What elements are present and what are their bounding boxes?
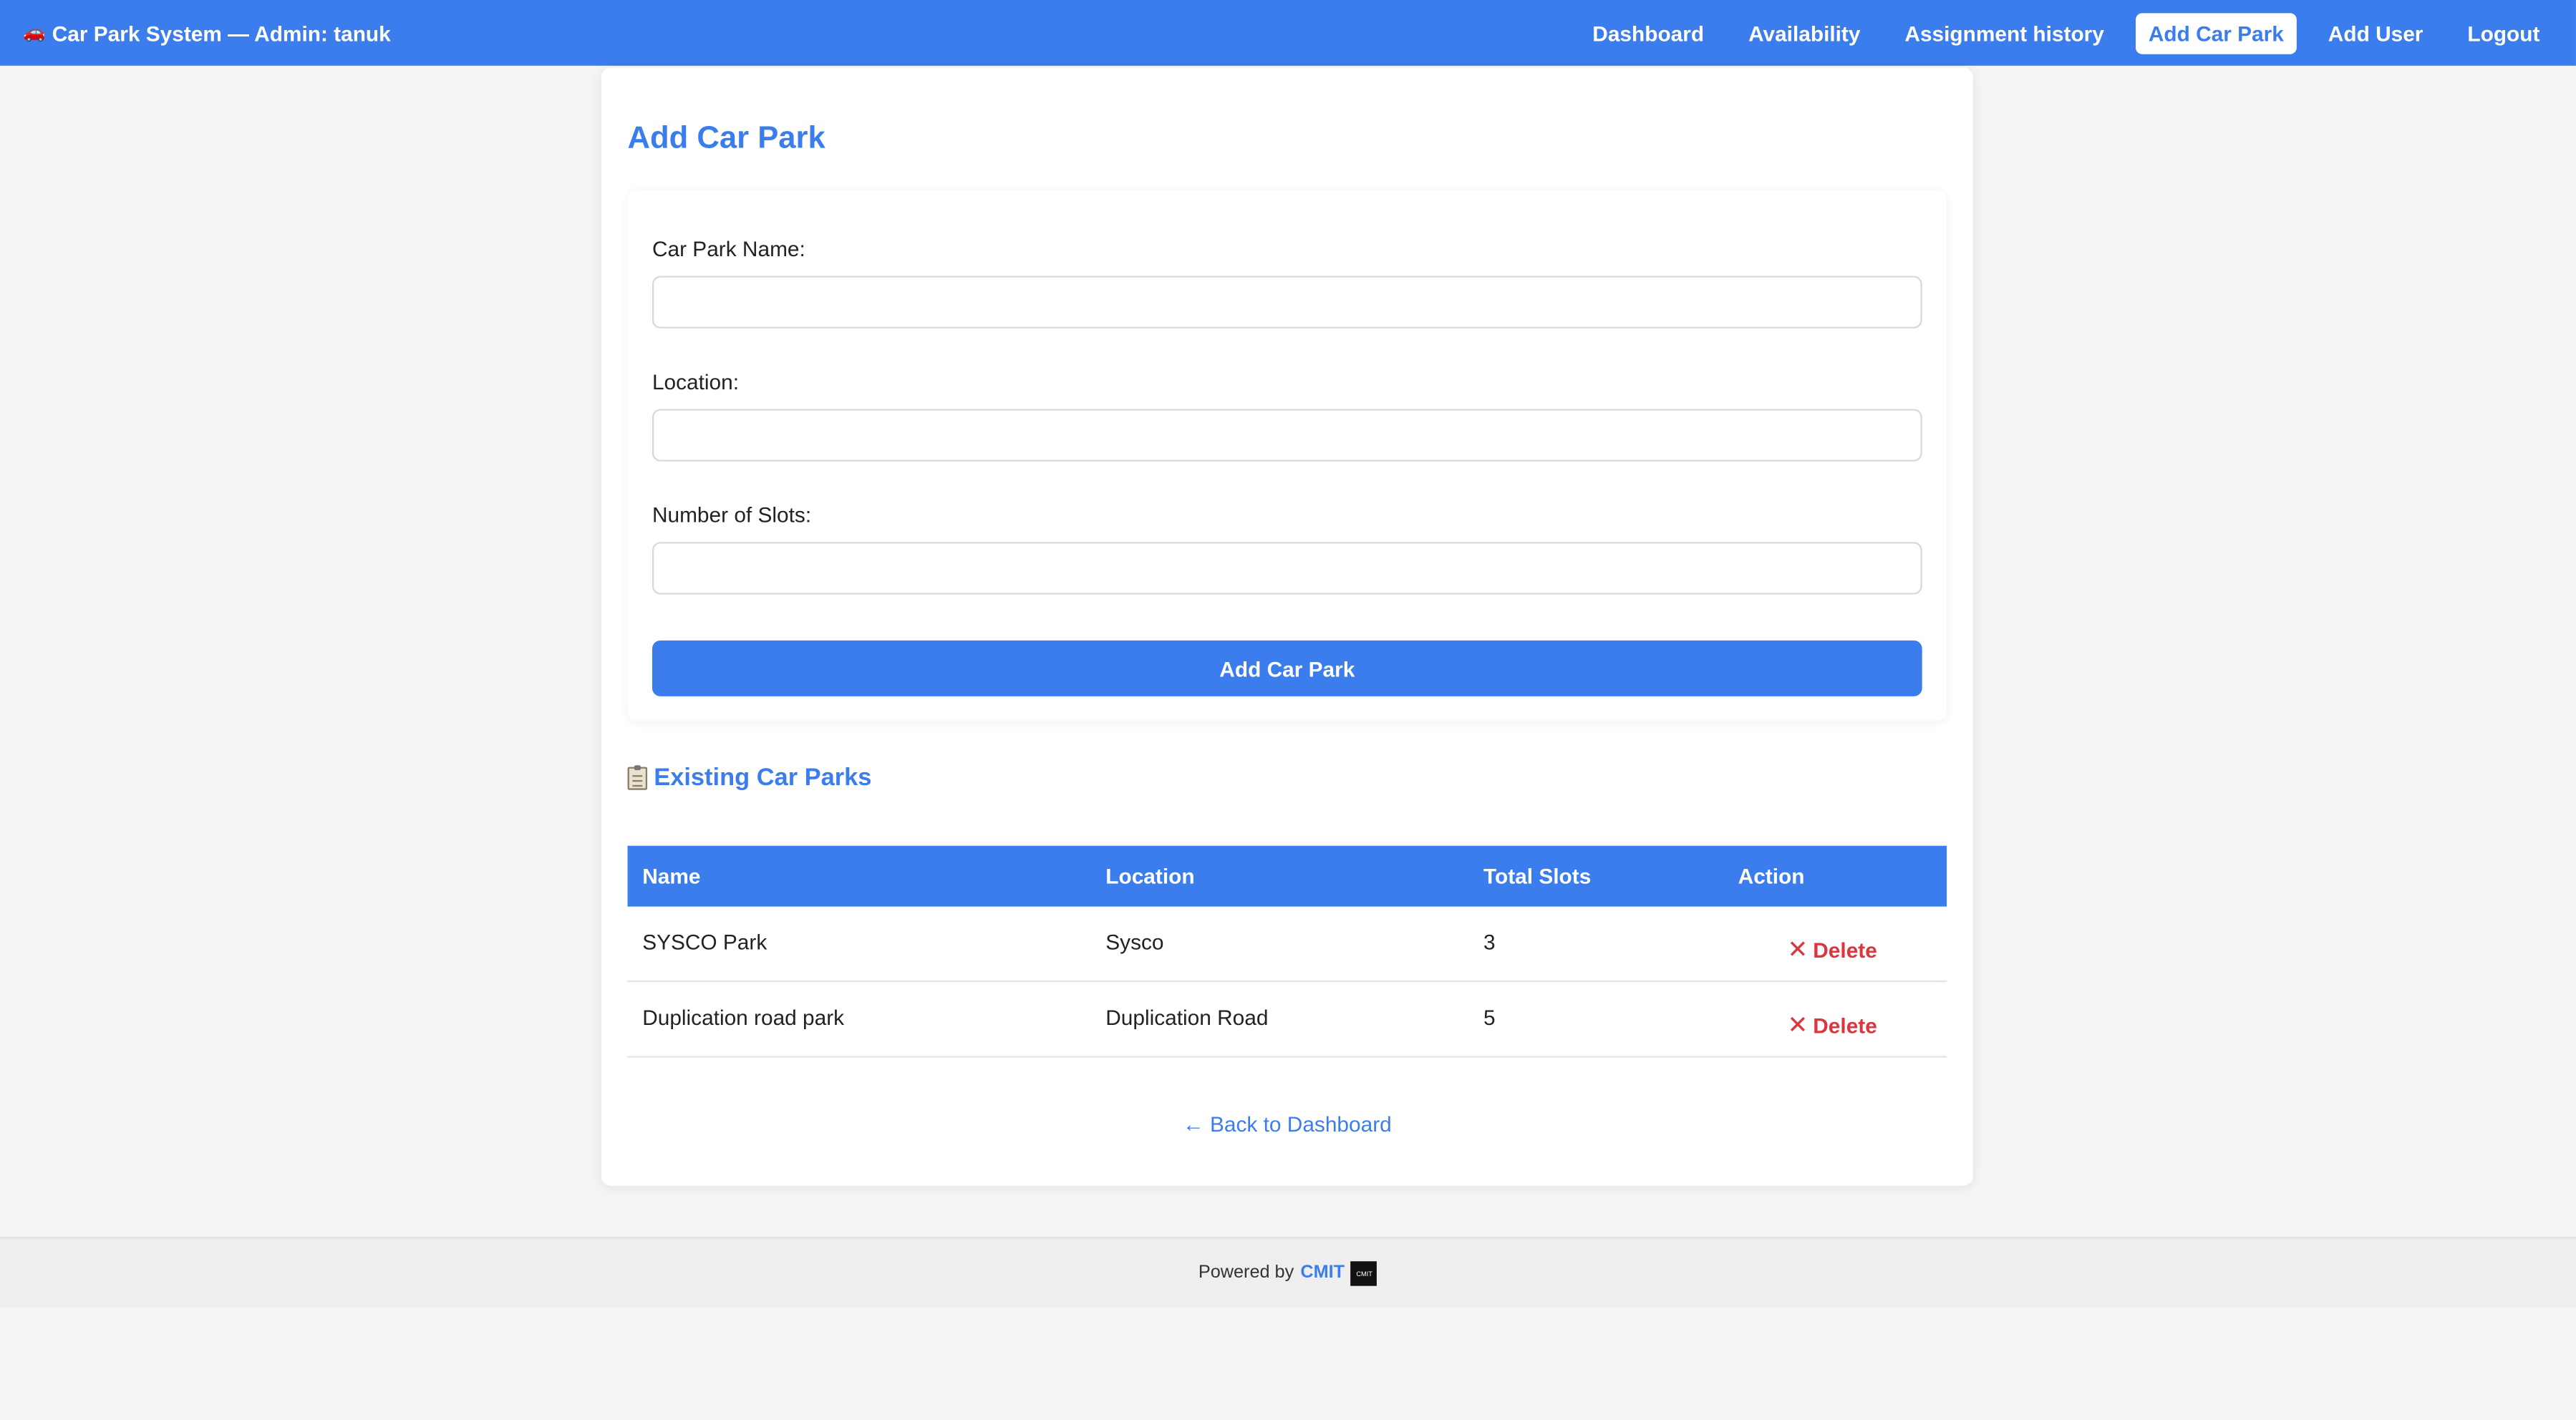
car-parks-table: Name Location Total Slots Action SYSCO P… bbox=[627, 845, 1947, 1058]
page-title: Add Car Park bbox=[627, 121, 825, 156]
nav-add-user[interactable]: Add User bbox=[2315, 12, 2436, 53]
back-to-dashboard-link[interactable]: ← Back to Dashboard bbox=[601, 1112, 1973, 1136]
number-of-slots-label: Number of Slots: bbox=[652, 502, 812, 527]
location-input[interactable] bbox=[652, 409, 1922, 462]
cell-name: SYSCO Park bbox=[642, 929, 768, 955]
header-name: Name bbox=[642, 863, 701, 889]
cell-action: ✕ Delete bbox=[1723, 925, 1947, 962]
header-total-slots: Total Slots bbox=[1483, 863, 1592, 889]
car-icon: 🚗 bbox=[23, 21, 46, 42]
cell-location: Duplication Road bbox=[1105, 1005, 1269, 1030]
header-action: Action bbox=[1738, 863, 1805, 889]
car-park-name-input[interactable] bbox=[652, 276, 1922, 329]
app-brand: 🚗 Car Park System — Admin: tanuk bbox=[23, 21, 391, 45]
main-card: Add Car Park Car Park Name: Location: Nu… bbox=[601, 67, 1973, 1186]
delete-label: Delete bbox=[1813, 938, 1877, 963]
add-car-park-form: Car Park Name: Location: Number of Slots… bbox=[627, 190, 1947, 721]
delete-button[interactable]: ✕ Delete bbox=[1788, 1013, 1877, 1038]
cell-slots: 3 bbox=[1483, 929, 1496, 955]
number-of-slots-input[interactable] bbox=[652, 542, 1922, 595]
header-location: Location bbox=[1105, 863, 1195, 889]
section-title-text: Existing Car Parks bbox=[654, 763, 872, 792]
table-row: SYSCO Park Sysco 3 ✕ Delete bbox=[627, 907, 1947, 983]
nav-dashboard[interactable]: Dashboard bbox=[1579, 12, 1718, 53]
delete-label: Delete bbox=[1813, 1013, 1877, 1039]
footer: Powered by CMIT CMIT bbox=[0, 1236, 2576, 1308]
table-header: Name Location Total Slots Action bbox=[627, 845, 1947, 907]
car-park-name-label: Car Park Name: bbox=[652, 236, 805, 261]
nav-availability[interactable]: Availability bbox=[1735, 12, 1874, 53]
cmit-logo: CMIT bbox=[1351, 1260, 1377, 1285]
top-navbar: 🚗 Car Park System — Admin: tanuk Dashboa… bbox=[0, 0, 2576, 66]
clipboard-icon bbox=[627, 764, 648, 789]
nav-logout[interactable]: Logout bbox=[2454, 12, 2553, 53]
app-title: Car Park System — Admin: tanuk bbox=[52, 20, 391, 46]
close-icon: ✕ bbox=[1787, 1011, 1808, 1040]
cell-name: Duplication road park bbox=[642, 1005, 845, 1030]
delete-button[interactable]: ✕ Delete bbox=[1788, 938, 1877, 962]
powered-by-text: Powered by bbox=[1198, 1263, 1294, 1283]
cell-location: Sysco bbox=[1105, 929, 1164, 955]
cell-action: ✕ Delete bbox=[1723, 1000, 1947, 1038]
close-icon: ✕ bbox=[1787, 935, 1808, 964]
cell-slots: 5 bbox=[1483, 1005, 1496, 1030]
footer-brand-link[interactable]: CMIT bbox=[1300, 1263, 1345, 1283]
add-car-park-button[interactable]: Add Car Park bbox=[652, 640, 1922, 696]
location-label: Location: bbox=[652, 369, 740, 394]
nav-assignment-history[interactable]: Assignment history bbox=[1892, 12, 2117, 53]
nav-add-car-park[interactable]: Add Car Park bbox=[2135, 12, 2297, 54]
existing-car-parks-heading: Existing Car Parks bbox=[627, 763, 872, 792]
table-row: Duplication road park Duplication Road 5… bbox=[627, 982, 1947, 1058]
nav-links: Dashboard Availability Assignment histor… bbox=[1561, 12, 2553, 54]
